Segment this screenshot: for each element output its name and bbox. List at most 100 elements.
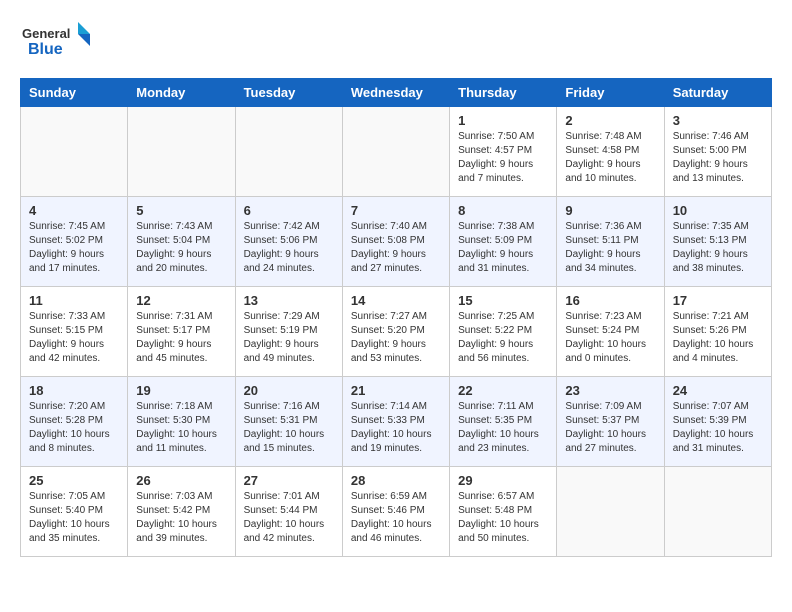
day-info: Sunrise: 7:36 AM Sunset: 5:11 PM Dayligh… [565,220,655,276]
day-number: 20 [244,383,334,398]
calendar-cell [557,467,664,557]
calendar-cell: 11 Sunrise: 7:33 AM Sunset: 5:15 PM Dayli… [21,287,128,377]
weekday-header: Sunday [21,79,128,107]
day-number: 1 [458,113,548,128]
calendar-cell: 3 Sunrise: 7:46 AM Sunset: 5:00 PM Daylig… [664,107,771,197]
day-number: 4 [29,203,119,218]
calendar-cell [664,467,771,557]
day-number: 7 [351,203,441,218]
day-info: Sunrise: 7:09 AM Sunset: 5:37 PM Dayligh… [565,400,655,456]
day-info: Sunrise: 7:18 AM Sunset: 5:30 PM Dayligh… [136,400,226,456]
day-info: Sunrise: 7:11 AM Sunset: 5:35 PM Dayligh… [458,400,548,456]
calendar-table: SundayMondayTuesdayWednesdayThursdayFrid… [20,78,772,557]
day-number: 19 [136,383,226,398]
day-info: Sunrise: 7:42 AM Sunset: 5:06 PM Dayligh… [244,220,334,276]
day-number: 13 [244,293,334,308]
day-info: Sunrise: 7:25 AM Sunset: 5:22 PM Dayligh… [458,310,548,366]
day-info: Sunrise: 7:33 AM Sunset: 5:15 PM Dayligh… [29,310,119,366]
calendar-cell [342,107,449,197]
day-number: 26 [136,473,226,488]
calendar-week-row: 1 Sunrise: 7:50 AM Sunset: 4:57 PM Daylig… [21,107,772,197]
day-info: Sunrise: 7:48 AM Sunset: 4:58 PM Dayligh… [565,130,655,186]
day-number: 22 [458,383,548,398]
day-number: 6 [244,203,334,218]
day-number: 28 [351,473,441,488]
day-info: Sunrise: 7:38 AM Sunset: 5:09 PM Dayligh… [458,220,548,276]
day-number: 24 [673,383,763,398]
calendar-cell: 4Sunrise: 7:45 AM Sunset: 5:02 PM Daylig… [21,197,128,287]
calendar-cell: 29Sunrise: 6:57 AM Sunset: 5:48 PM Dayli… [450,467,557,557]
calendar-cell: 10 Sunrise: 7:35 AM Sunset: 5:13 PM Dayli… [664,197,771,287]
weekday-header: Thursday [450,79,557,107]
day-number: 14 [351,293,441,308]
day-info: Sunrise: 7:23 AM Sunset: 5:24 PM Dayligh… [565,310,655,366]
weekday-header: Monday [128,79,235,107]
day-info: Sunrise: 7:14 AM Sunset: 5:33 PM Dayligh… [351,400,441,456]
day-number: 10 [673,203,763,218]
day-number: 3 [673,113,763,128]
calendar-cell: 12 Sunrise: 7:31 AM Sunset: 5:17 PM Dayli… [128,287,235,377]
calendar-cell: 25 Sunrise: 7:05 AM Sunset: 5:40 PM Dayli… [21,467,128,557]
calendar-cell: 5 Sunrise: 7:43 AM Sunset: 5:04 PM Daylig… [128,197,235,287]
calendar-cell [128,107,235,197]
day-number: 23 [565,383,655,398]
day-number: 27 [244,473,334,488]
svg-text:Blue: Blue [28,41,63,58]
day-info: Sunrise: 7:27 AM Sunset: 5:20 PM Dayligh… [351,310,441,366]
calendar-cell: 27 Sunrise: 7:01 AM Sunset: 5:44 PM Dayli… [235,467,342,557]
day-number: 12 [136,293,226,308]
day-info: Sunrise: 7:43 AM Sunset: 5:04 PM Dayligh… [136,220,226,276]
weekday-header: Tuesday [235,79,342,107]
calendar-week-row: 25 Sunrise: 7:05 AM Sunset: 5:40 PM Dayli… [21,467,772,557]
day-number: 15 [458,293,548,308]
day-number: 29 [458,473,548,488]
calendar-cell: 17Sunrise: 7:21 AM Sunset: 5:26 PM Dayli… [664,287,771,377]
calendar-cell: 21 Sunrise: 7:14 AM Sunset: 5:33 PM Dayli… [342,377,449,467]
calendar-cell: 8 Sunrise: 7:38 AM Sunset: 5:09 PM Daylig… [450,197,557,287]
logo-svg: General Blue [20,20,100,68]
day-number: 25 [29,473,119,488]
day-info: Sunrise: 7:16 AM Sunset: 5:31 PM Dayligh… [244,400,334,456]
day-number: 5 [136,203,226,218]
day-number: 9 [565,203,655,218]
calendar-body: 1 Sunrise: 7:50 AM Sunset: 4:57 PM Daylig… [21,107,772,557]
day-info: Sunrise: 7:05 AM Sunset: 5:40 PM Dayligh… [29,490,119,546]
day-number: 16 [565,293,655,308]
day-number: 21 [351,383,441,398]
day-number: 8 [458,203,548,218]
calendar-cell: 26 Sunrise: 7:03 AM Sunset: 5:42 PM Dayli… [128,467,235,557]
day-info: Sunrise: 7:01 AM Sunset: 5:44 PM Dayligh… [244,490,334,546]
calendar-cell: 20 Sunrise: 7:16 AM Sunset: 5:31 PM Dayli… [235,377,342,467]
calendar-week-row: 18 Sunrise: 7:20 AM Sunset: 5:28 PM Dayli… [21,377,772,467]
page-header: General Blue [20,20,772,68]
logo: General Blue [20,20,100,68]
day-info: Sunrise: 7:07 AM Sunset: 5:39 PM Dayligh… [673,400,763,456]
calendar-cell: 6 Sunrise: 7:42 AM Sunset: 5:06 PM Daylig… [235,197,342,287]
calendar-cell: 7 Sunrise: 7:40 AM Sunset: 5:08 PM Daylig… [342,197,449,287]
day-info: Sunrise: 7:46 AM Sunset: 5:00 PM Dayligh… [673,130,763,186]
day-number: 17 [673,293,763,308]
day-number: 18 [29,383,119,398]
calendar-week-row: 11 Sunrise: 7:33 AM Sunset: 5:15 PM Dayli… [21,287,772,377]
calendar-cell [21,107,128,197]
svg-text:General: General [22,26,70,41]
day-number: 11 [29,293,119,308]
calendar-cell: 14 Sunrise: 7:27 AM Sunset: 5:20 PM Dayli… [342,287,449,377]
calendar-cell: 13 Sunrise: 7:29 AM Sunset: 5:19 PM Dayli… [235,287,342,377]
calendar-cell: 23 Sunrise: 7:09 AM Sunset: 5:37 PM Dayli… [557,377,664,467]
calendar-cell: 28Sunrise: 6:59 AM Sunset: 5:46 PM Dayli… [342,467,449,557]
day-info: Sunrise: 7:31 AM Sunset: 5:17 PM Dayligh… [136,310,226,366]
day-info: Sunrise: 7:29 AM Sunset: 5:19 PM Dayligh… [244,310,334,366]
day-info: Sunrise: 7:40 AM Sunset: 5:08 PM Dayligh… [351,220,441,276]
calendar-cell: 18 Sunrise: 7:20 AM Sunset: 5:28 PM Dayli… [21,377,128,467]
calendar-cell: 16 Sunrise: 7:23 AM Sunset: 5:24 PM Dayli… [557,287,664,377]
calendar-cell: 9 Sunrise: 7:36 AM Sunset: 5:11 PM Daylig… [557,197,664,287]
day-info: Sunrise: 7:35 AM Sunset: 5:13 PM Dayligh… [673,220,763,276]
calendar-cell: 24 Sunrise: 7:07 AM Sunset: 5:39 PM Dayli… [664,377,771,467]
calendar-cell [235,107,342,197]
day-info: Sunrise: 7:20 AM Sunset: 5:28 PM Dayligh… [29,400,119,456]
calendar-cell: 19 Sunrise: 7:18 AM Sunset: 5:30 PM Dayli… [128,377,235,467]
day-info: Sunrise: 7:03 AM Sunset: 5:42 PM Dayligh… [136,490,226,546]
calendar-cell: 1 Sunrise: 7:50 AM Sunset: 4:57 PM Daylig… [450,107,557,197]
day-info: Sunrise: 7:50 AM Sunset: 4:57 PM Dayligh… [458,130,548,186]
